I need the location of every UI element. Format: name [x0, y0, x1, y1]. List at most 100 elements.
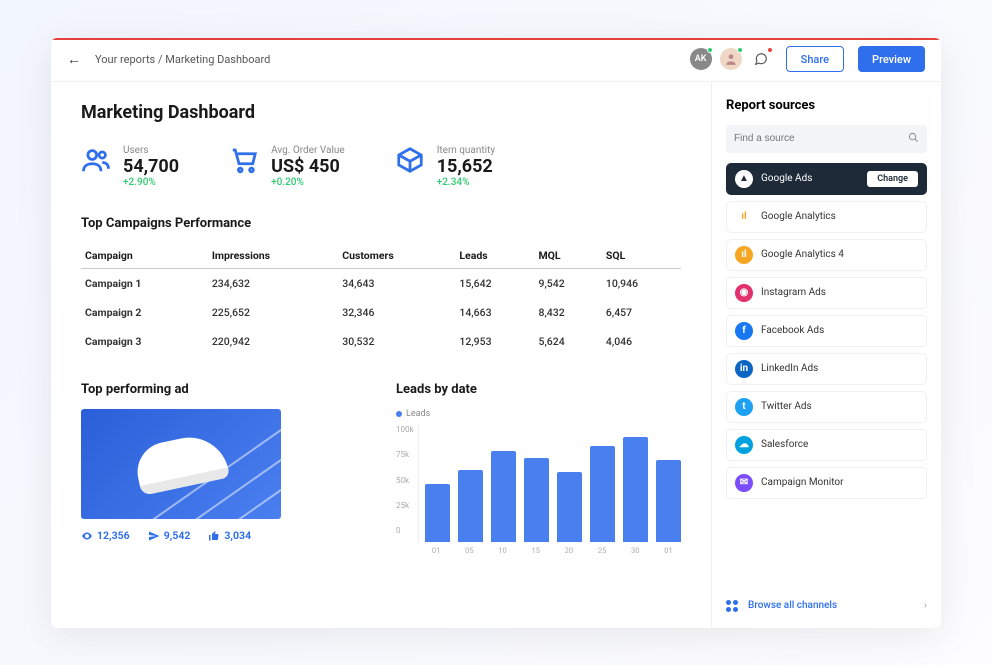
x-tick: 15: [523, 546, 548, 555]
presence-dot-icon: [707, 47, 713, 53]
avatar-stack: AK: [690, 48, 772, 70]
send-icon: [148, 530, 160, 542]
table-header: Customers: [338, 243, 455, 269]
table-cell: 32,346: [338, 298, 455, 327]
chevron-right-icon: ›: [924, 600, 927, 611]
notification-dot-icon: [767, 47, 773, 53]
main-panel: Marketing Dashboard Users 54,700 +2.90% …: [51, 82, 711, 628]
metric-change: +2.34%: [437, 177, 495, 188]
page-title: Marketing Dashboard: [81, 102, 681, 123]
search-icon: [908, 132, 919, 146]
source-icon: in: [735, 360, 753, 378]
source-name: LinkedIn Ads: [761, 363, 818, 374]
top-ad-title: Top performing ad: [81, 382, 366, 397]
source-icon: ▲: [735, 170, 753, 188]
person-icon: [724, 52, 738, 66]
shoe-illustration: [132, 430, 230, 496]
chat-button[interactable]: [750, 48, 772, 70]
metric-change: +2.90%: [123, 177, 179, 188]
table-cell: Campaign 3: [81, 327, 208, 356]
change-button[interactable]: Change: [867, 171, 918, 187]
source-item[interactable]: in LinkedIn Ads: [726, 353, 927, 385]
source-icon: t: [735, 398, 753, 416]
table-cell: 225,652: [208, 298, 338, 327]
source-search[interactable]: [726, 125, 927, 153]
table-cell: 15,642: [455, 269, 534, 299]
chart-title: Leads by date: [396, 382, 681, 397]
users-icon: [81, 145, 111, 175]
avatar-initials: AK: [695, 54, 707, 64]
source-name: Instagram Ads: [761, 287, 826, 298]
source-icon: ☁: [735, 436, 753, 454]
source-name: Google Analytics 4: [761, 249, 844, 260]
header-bar: ← Your reports / Marketing Dashboard AK …: [51, 38, 941, 82]
chart-bar[interactable]: [656, 460, 681, 542]
breadcrumb[interactable]: Your reports / Marketing Dashboard: [95, 53, 270, 66]
source-item[interactable]: ✉Campaign Monitor: [726, 467, 927, 499]
ad-image[interactable]: [81, 409, 281, 519]
table-header: Leads: [455, 243, 534, 269]
source-icon: f: [735, 322, 753, 340]
y-tick: 100k: [396, 425, 414, 434]
chat-icon: [754, 52, 768, 66]
browse-label: Browse all channels: [748, 600, 837, 611]
source-icon: ◉: [735, 284, 753, 302]
metric-label: Item quantity: [437, 145, 495, 156]
metric-value: 15,652: [437, 156, 495, 178]
metric-label: Users: [123, 145, 179, 156]
search-input[interactable]: [734, 133, 908, 144]
campaigns-table: CampaignImpressionsCustomersLeadsMQLSQL …: [81, 243, 681, 356]
table-header: Campaign: [81, 243, 208, 269]
avatar-user-ak[interactable]: AK: [690, 48, 712, 70]
table-cell: 8,432: [534, 298, 601, 327]
preview-button[interactable]: Preview: [858, 46, 925, 72]
browse-all-channels[interactable]: Browse all channels ›: [726, 590, 927, 612]
source-item[interactable]: tTwitter Ads: [726, 391, 927, 423]
y-tick: 0: [396, 526, 414, 535]
metric-change: +0.20%: [271, 177, 345, 188]
source-item[interactable]: ☁Salesforce: [726, 429, 927, 461]
chart-bar[interactable]: [458, 470, 483, 543]
source-item[interactable]: ılGoogle Analytics: [726, 201, 927, 233]
chart-bar[interactable]: [425, 484, 450, 543]
metrics-row: Users 54,700 +2.90% Avg. Order Value US$…: [81, 145, 681, 189]
source-item[interactable]: ıl Google Analytics 4: [726, 239, 927, 271]
chart-bar[interactable]: [491, 451, 516, 542]
grid-icon: [726, 600, 738, 612]
sidebar-title: Report sources: [726, 98, 927, 113]
table-cell: 34,643: [338, 269, 455, 299]
chart-bar[interactable]: [557, 472, 582, 542]
source-icon: ✉: [735, 474, 753, 492]
chart-bar[interactable]: [524, 458, 549, 542]
metric-value: 54,700: [123, 156, 179, 178]
y-tick: 75k: [396, 450, 414, 459]
chart-bar[interactable]: [623, 437, 648, 542]
legend-bullet-icon: [396, 411, 402, 417]
table-cell: 4,046: [602, 327, 681, 356]
eye-icon: [81, 530, 93, 542]
avatar-user-photo[interactable]: [720, 48, 742, 70]
table-header: MQL: [534, 243, 601, 269]
x-tick: 30: [623, 546, 648, 555]
y-tick: 25k: [396, 501, 414, 510]
metric-label: Avg. Order Value: [271, 145, 345, 156]
source-item[interactable]: fFacebook Ads: [726, 315, 927, 347]
presence-dot-icon: [737, 47, 743, 53]
source-item[interactable]: ▲Google AdsChange: [726, 163, 927, 195]
x-tick: 25: [589, 546, 614, 555]
y-tick: 50k: [396, 476, 414, 485]
table-row[interactable]: Campaign 3220,94230,53212,9535,6244,046: [81, 327, 681, 356]
chart-bar[interactable]: [590, 446, 615, 542]
ad-views: 12,356: [81, 529, 130, 542]
x-tick: 10: [490, 546, 515, 555]
table-cell: 9,542: [534, 269, 601, 299]
share-button[interactable]: Share: [786, 46, 844, 72]
table-row[interactable]: Campaign 1234,63234,64315,6429,54210,946: [81, 269, 681, 299]
source-item[interactable]: ◉ Instagram Ads: [726, 277, 927, 309]
table-cell: 10,946: [602, 269, 681, 299]
back-arrow-icon[interactable]: ←: [67, 51, 81, 68]
table-row[interactable]: Campaign 2225,65232,34614,6638,4326,457: [81, 298, 681, 327]
table-cell: Campaign 1: [81, 269, 208, 299]
chart-legend: Leads: [396, 409, 681, 419]
source-icon: ıl: [735, 246, 753, 264]
